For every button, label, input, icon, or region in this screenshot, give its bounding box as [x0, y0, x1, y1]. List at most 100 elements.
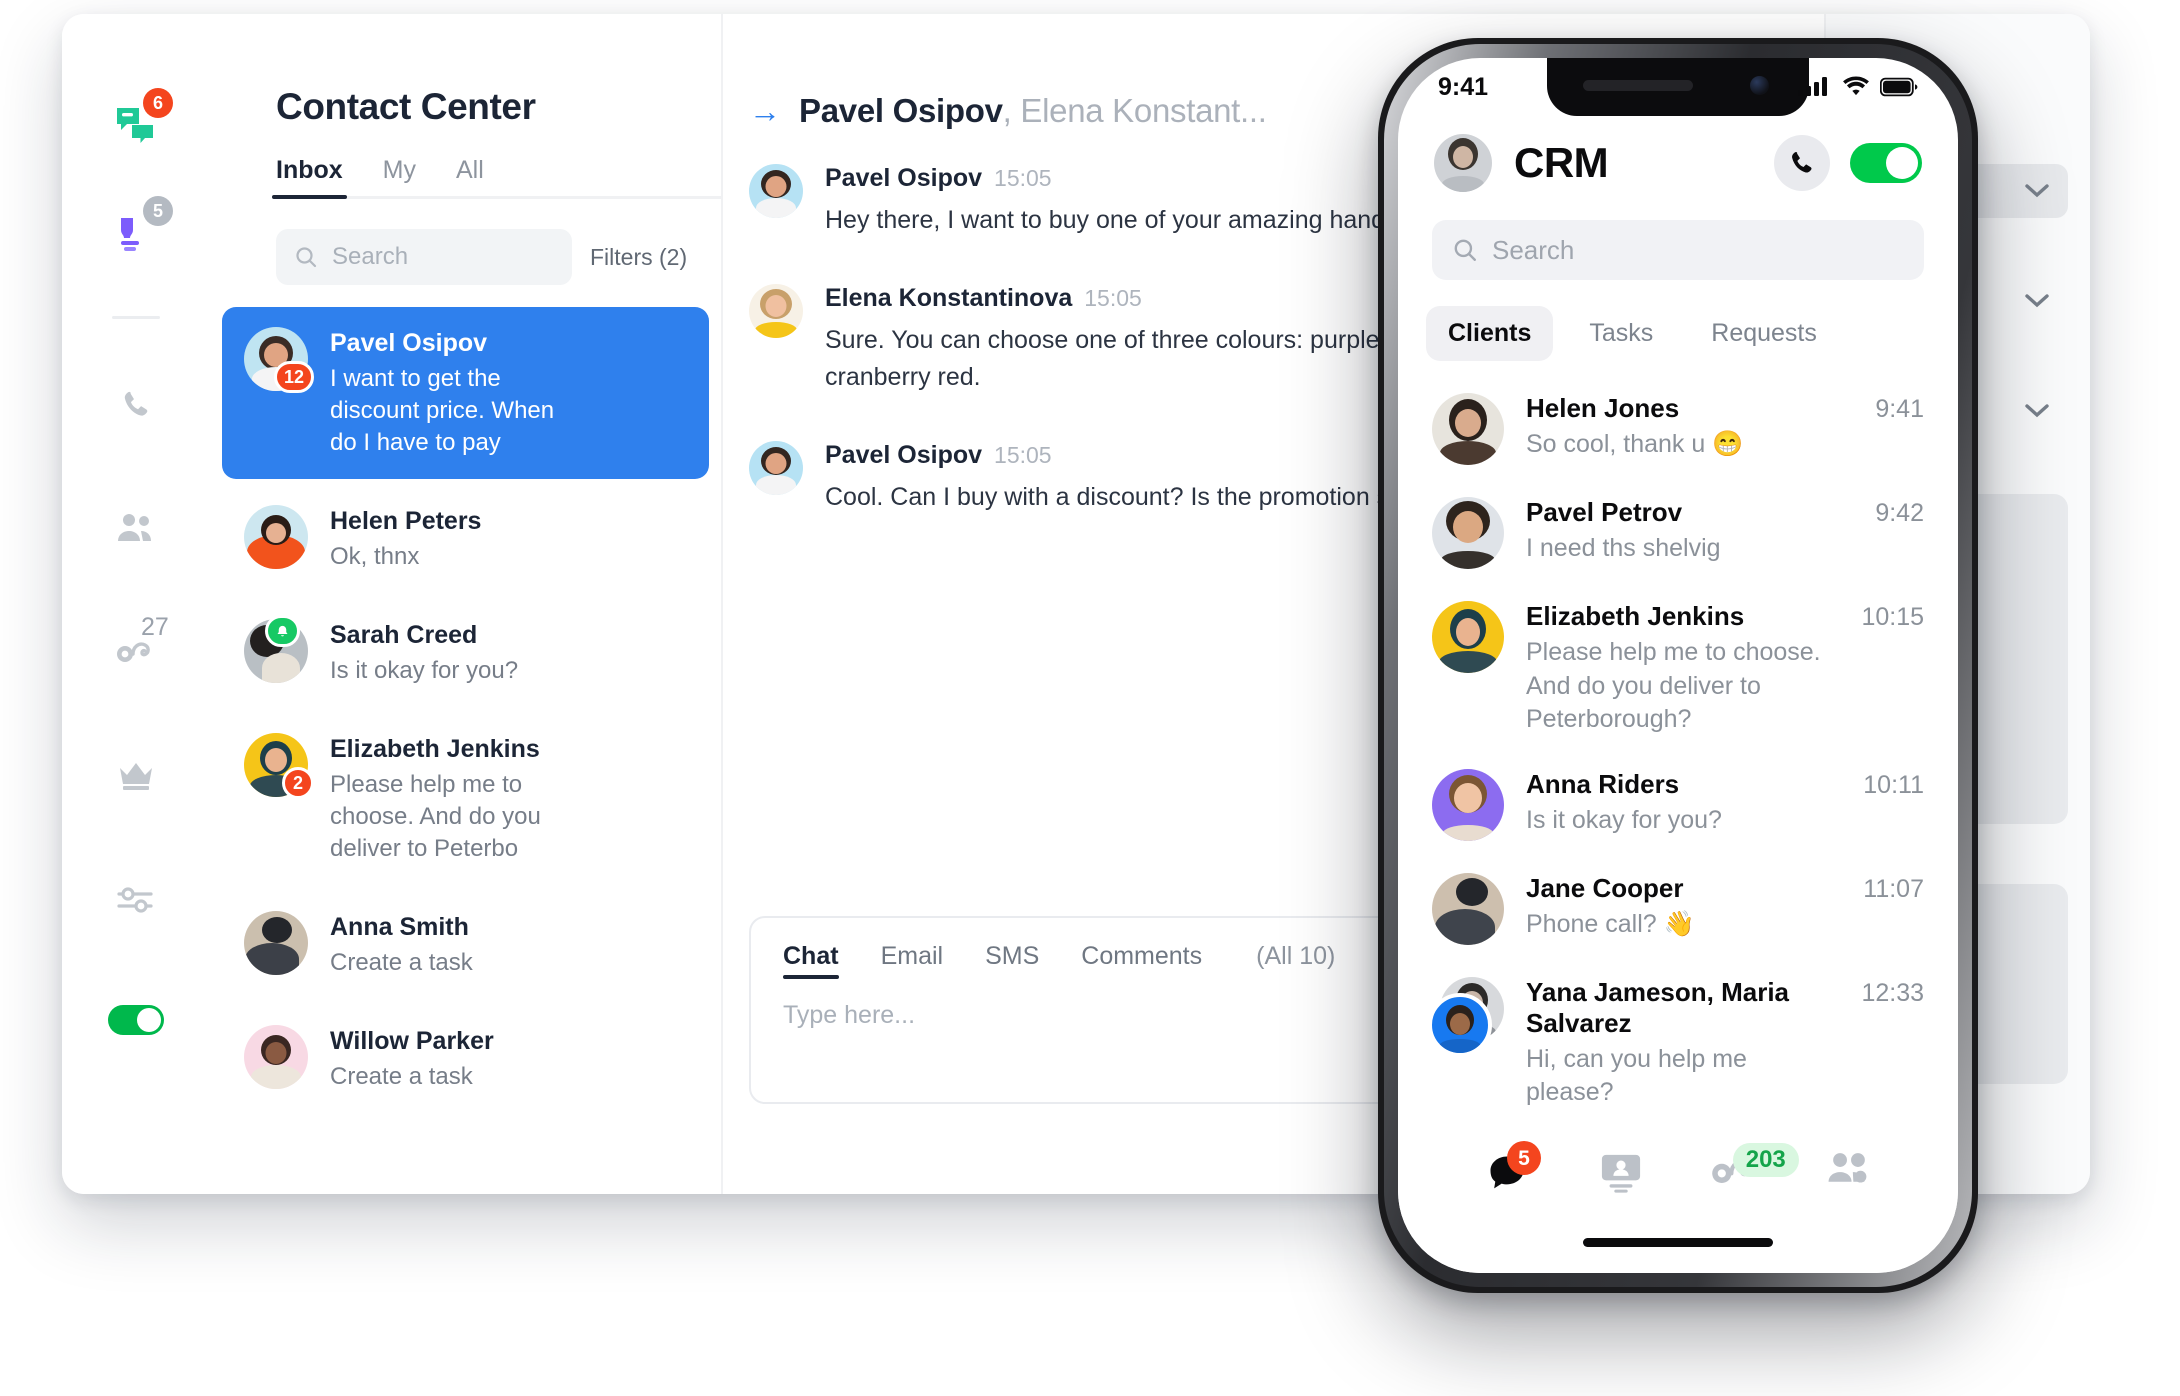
- cellular-icon: [1798, 77, 1827, 96]
- home-indicator: [1583, 1238, 1773, 1247]
- message-author: Elena Konstantinova: [825, 283, 1073, 312]
- composer-count-label: (All 10): [1256, 942, 1336, 970]
- chat-title: Pavel Osipov, Elena Konstant...: [799, 92, 1267, 130]
- nav-item-groups[interactable]: [1792, 1151, 1906, 1187]
- rail-item-calls[interactable]: [103, 371, 169, 437]
- conversation-row-sarah-creed[interactable]: Sarah Creed Is it okay for you?: [222, 599, 709, 707]
- message-time: 15:05: [994, 441, 1052, 468]
- inbox-tabs: Inbox My All: [272, 156, 721, 199]
- online-toggle-switch[interactable]: [108, 1005, 164, 1035]
- conversation-row-pavel-osipov[interactable]: 12 Pavel Osipov I want to get the discou…: [222, 307, 709, 480]
- avatar: 12: [244, 327, 314, 393]
- client-time: 12:33: [1861, 978, 1924, 1007]
- chevron-down-icon: [2025, 404, 2049, 418]
- phone-tab-requests[interactable]: Requests: [1689, 306, 1839, 361]
- phone-tab-tasks[interactable]: Tasks: [1567, 306, 1675, 361]
- avatar: [1432, 393, 1504, 465]
- tab-my[interactable]: My: [383, 156, 416, 199]
- search-icon: [296, 247, 317, 268]
- message-text: Cool. Can I buy with a discount? Is the …: [825, 482, 1413, 511]
- client-time: 11:07: [1863, 874, 1924, 903]
- screenshot-root: 6 5 27 Contact Center Inbox My All Searc…: [0, 0, 2180, 1396]
- notification-bell-badge: [265, 615, 300, 648]
- conversation-preview: Is it okay for you?: [330, 656, 519, 684]
- conversation-row-elizabeth-jenkins[interactable]: 2 Elizabeth Jenkins Please help me to ch…: [222, 713, 709, 885]
- phone-screen: 9:41 CRM Search Clients Tasks Requests H…: [1398, 58, 1958, 1273]
- composer-tab-email[interactable]: Email: [881, 942, 944, 979]
- conversation-list: 12 Pavel Osipov I want to get the discou…: [210, 307, 721, 1113]
- client-name: Yana Jameson, Maria Salvarez: [1526, 976, 1790, 1038]
- nav-item-contacts[interactable]: [1564, 1151, 1678, 1193]
- conversation-preview: Please help me to choose. And do you del…: [330, 770, 541, 863]
- filters-button[interactable]: Filters (2): [590, 244, 687, 271]
- conversation-name: Pavel Osipov: [330, 329, 488, 357]
- client-preview: Please help me to choose. And do you del…: [1526, 638, 1821, 733]
- message-time: 15:05: [994, 165, 1052, 191]
- client-preview: Phone call? 👋: [1526, 909, 1695, 938]
- phone-list-item-elizabeth-jenkins[interactable]: Elizabeth Jenkins Please help me to choo…: [1398, 585, 1958, 753]
- contact-card-icon: [1601, 1154, 1641, 1193]
- phone-list-item-helen-jones[interactable]: Helen Jones So cool, thank u 😁 9:41: [1398, 377, 1958, 481]
- composer-tab-sms[interactable]: SMS: [985, 942, 1039, 979]
- chat-primary-name: Pavel Osipov: [799, 92, 1003, 129]
- nav-badge-chats: 5: [1507, 1141, 1541, 1175]
- rail-item-premium[interactable]: [103, 743, 169, 809]
- bell-icon: [277, 625, 288, 636]
- conversation-name: Willow Parker: [330, 1027, 494, 1056]
- client-name: Anna Riders: [1526, 768, 1680, 799]
- status-time: 9:41: [1438, 72, 1489, 101]
- composer-tab-comments[interactable]: Comments: [1081, 942, 1202, 979]
- crown-icon: [120, 763, 152, 790]
- avatar: 2: [244, 733, 314, 800]
- avatar: [244, 505, 308, 570]
- client-name: Elizabeth Jenkins: [1526, 601, 1745, 631]
- conversation-row-anna-smith[interactable]: Anna Smith Create a task: [222, 891, 709, 999]
- nav-item-agents[interactable]: 203: [1678, 1143, 1799, 1191]
- tab-inbox[interactable]: Inbox: [272, 156, 347, 199]
- search-input[interactable]: Search: [276, 229, 572, 285]
- client-preview: Is it okay for you?: [1526, 805, 1722, 834]
- search-placeholder: Search: [332, 243, 409, 270]
- rail-item-agents[interactable]: 27: [103, 615, 169, 685]
- message-text: Hey there, I want to buy one of your ama…: [825, 206, 1420, 234]
- rail-item-settings[interactable]: [103, 867, 169, 933]
- wifi-icon: [1843, 76, 1869, 96]
- nav-item-chats[interactable]: 5: [1450, 1141, 1564, 1195]
- rail-item-conversations[interactable]: 6: [103, 88, 173, 158]
- conversation-row-helen-peters[interactable]: Helen Peters Ok, thnx: [222, 485, 709, 593]
- phone-list-item-yana-jameson[interactable]: Yana Jameson, Maria Salvarez Hi, can you…: [1398, 961, 1958, 1126]
- rail-item-knowledge[interactable]: 5: [103, 196, 173, 266]
- avatar: [1432, 601, 1504, 673]
- composer-tab-chat[interactable]: Chat: [783, 942, 839, 979]
- call-button[interactable]: [1774, 135, 1830, 191]
- conversation-row-willow-parker[interactable]: Willow Parker Create a task: [222, 1005, 709, 1113]
- phone-list-item-anna-riders[interactable]: Anna Riders Is it okay for you? 10:11: [1398, 753, 1958, 857]
- phone-tab-clients[interactable]: Clients: [1426, 306, 1554, 361]
- arrow-right-icon[interactable]: →: [749, 95, 781, 127]
- phone-app-title: CRM: [1514, 139, 1609, 186]
- client-name: Helen Jones: [1526, 393, 1680, 423]
- nav-badge-agents: 203: [1732, 1143, 1799, 1177]
- rail-item-online-toggle[interactable]: [103, 987, 169, 1053]
- chat-secondary-names: , Elena Konstant...: [1002, 92, 1267, 129]
- avatar: [1432, 872, 1504, 945]
- phone-search-input[interactable]: Search: [1432, 220, 1924, 280]
- group-icon: [1828, 1153, 1867, 1183]
- phone-list-item-pavel-petrov[interactable]: Pavel Petrov I need ths shelvig 9:42: [1398, 481, 1958, 585]
- tab-all[interactable]: All: [456, 156, 484, 199]
- client-name: Pavel Petrov: [1526, 497, 1683, 527]
- phone-status-bar: 9:41: [1398, 58, 1958, 116]
- client-time: 9:41: [1875, 395, 1924, 423]
- search-icon: [1454, 239, 1476, 261]
- client-time: 9:42: [1875, 499, 1924, 527]
- client-preview: Hi, can you help me please?: [1526, 1044, 1747, 1107]
- sliders-icon: [117, 887, 153, 913]
- conversation-name: Anna Smith: [330, 913, 469, 942]
- availability-toggle[interactable]: [1850, 143, 1922, 183]
- rail-item-contacts[interactable]: [103, 495, 169, 561]
- avatar[interactable]: [1434, 134, 1492, 192]
- rail-divider: [112, 316, 160, 319]
- page-title: Contact Center: [276, 86, 536, 127]
- client-preview: So cool, thank u 😁: [1526, 430, 1744, 458]
- phone-list-item-jane-cooper[interactable]: Jane Cooper Phone call? 👋 11:07: [1398, 857, 1958, 961]
